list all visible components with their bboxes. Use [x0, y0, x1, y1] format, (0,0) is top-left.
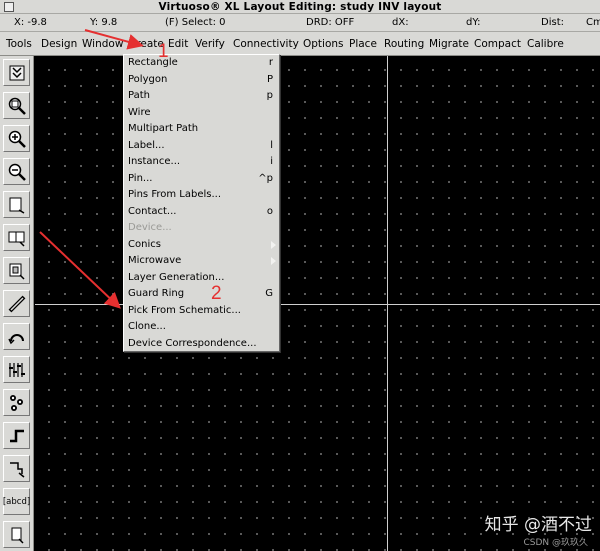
annotation-arrow-2: [39, 231, 121, 309]
annotation-overlay: [39, 29, 144, 309]
annotation-marker-1: 1: [158, 41, 169, 62]
annotation-arrow-1: [84, 29, 144, 50]
watermark-main: 知乎 @酒不过: [484, 515, 592, 535]
annotation-marker-2: 2: [211, 283, 222, 304]
watermark-sub: CSDN @玖玖久: [523, 538, 588, 548]
